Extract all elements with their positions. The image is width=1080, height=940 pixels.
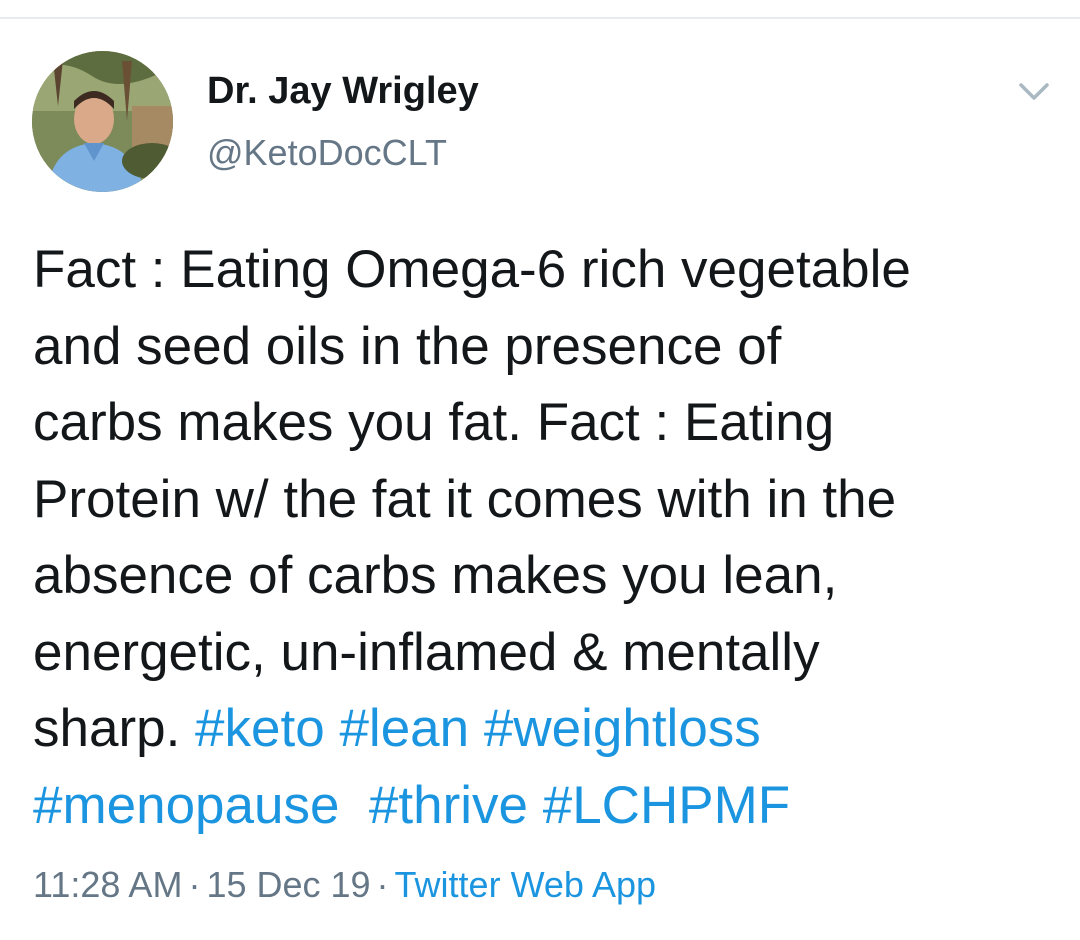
tweet-text-line: carbs makes you fat. Fact : Eating xyxy=(33,393,835,452)
hashtag-keto[interactable]: #keto xyxy=(195,699,325,758)
tweet-text-line: and seed oils in the presence of xyxy=(33,316,782,376)
tweet-text-line: absence of carbs makes you lean, xyxy=(33,546,838,605)
tweet-text-line-with-hashtags: sharp. #keto #lean #weightloss xyxy=(33,691,1063,768)
hashtag-menopause[interactable]: #menopause xyxy=(33,776,339,835)
profile-photo-icon xyxy=(32,51,173,192)
tweet-text-line: Protein w/ the fat it comes with in the xyxy=(33,469,897,529)
author-display-name[interactable]: Dr. Jay Wrigley xyxy=(207,66,479,116)
tweet-time[interactable]: 11:28 AM xyxy=(33,864,182,905)
tweet-text-line: sharp. xyxy=(33,699,181,758)
tweet-hashtag-line: #menopause #thrive #LCHPMF xyxy=(33,768,1063,845)
meta-separator: · xyxy=(376,864,389,905)
hashtag-thrive[interactable]: #thrive xyxy=(369,776,528,835)
tweet-date[interactable]: 15 Dec 19 xyxy=(206,864,370,905)
author-handle[interactable]: @KetoDocCLT xyxy=(207,129,479,177)
hashtag-lean[interactable]: #lean xyxy=(339,699,469,758)
hashtag-weightloss[interactable]: #weightloss xyxy=(484,699,761,758)
tweet-text-line: energetic, un-inflamed & mentally xyxy=(33,622,820,682)
chevron-down-icon xyxy=(1019,83,1049,100)
tweet-menu-button[interactable] xyxy=(1014,76,1054,106)
top-divider xyxy=(0,17,1080,19)
hashtag-lchpmf[interactable]: #LCHPMF xyxy=(543,776,790,835)
tweet-meta: 11:28 AM · 15 Dec 19 · Twitter Web App xyxy=(33,860,656,910)
tweet-text-line: Fact : Eating Omega-6 rich vegetable xyxy=(33,240,911,299)
tweet-source-link[interactable]: Twitter Web App xyxy=(395,864,656,905)
meta-separator: · xyxy=(188,864,201,905)
avatar[interactable] xyxy=(32,51,173,192)
tweet-author[interactable]: Dr. Jay Wrigley @KetoDocCLT xyxy=(207,66,479,177)
tweet-text: Fact : Eating Omega-6 rich vegetable and… xyxy=(33,232,1063,844)
